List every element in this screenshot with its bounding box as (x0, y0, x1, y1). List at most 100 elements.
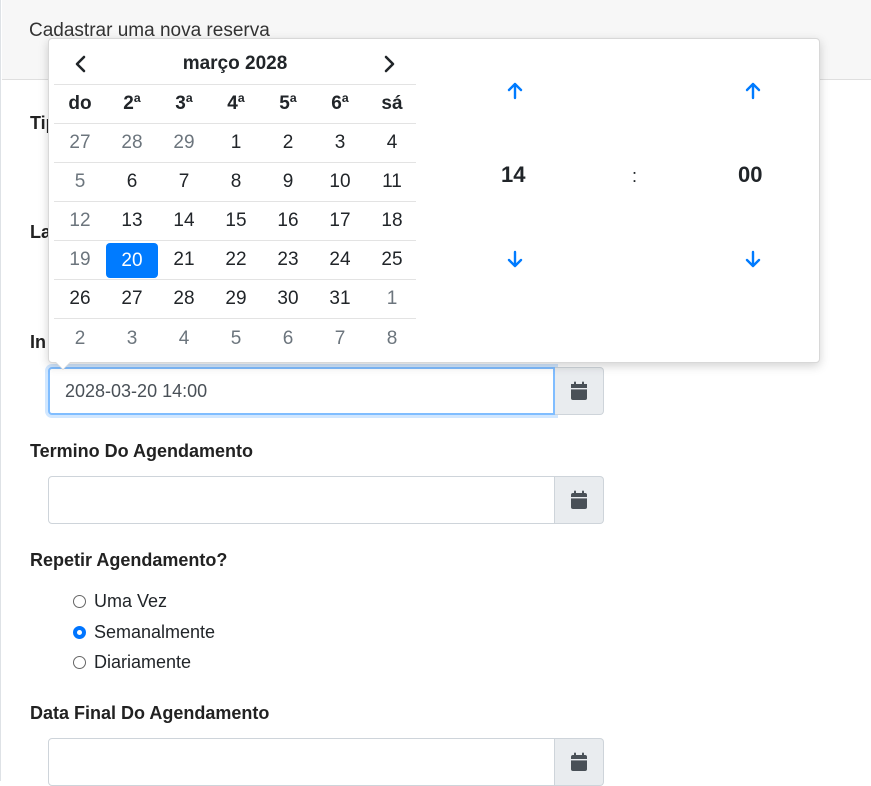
calendar-day[interactable]: 17 (314, 202, 366, 240)
weekday-label: 6ª (331, 93, 349, 114)
calendar-day[interactable]: 11 (366, 163, 418, 201)
data-final-calendar-button[interactable] (555, 738, 604, 786)
calendar-day[interactable]: 13 (106, 202, 158, 240)
calendar-day[interactable]: 15 (210, 202, 262, 240)
radio-button[interactable] (73, 656, 86, 669)
calendar-week-row: 26 27 28 29 30 31 1 (54, 280, 416, 319)
calendar: março 2028 do 2ª 3ª 4ª 5ª 6ª sá 27 28 29 1 2 3 4 5 6 7 8… (54, 44, 416, 358)
datetime-picker: março 2028 do 2ª 3ª 4ª 5ª 6ª sá 27 28 29 1 2 3 4 5 6 7 8… (48, 38, 820, 363)
calendar-day[interactable]: 1 (210, 124, 262, 162)
radio-diariamente[interactable]: Diariamente (73, 652, 191, 673)
radio-button[interactable] (73, 595, 86, 608)
calendar-day[interactable]: 27 (106, 280, 158, 318)
calendar-day[interactable]: 25 (366, 241, 418, 279)
calendar-day[interactable]: 10 (314, 163, 366, 201)
chevron-right-icon (384, 55, 395, 73)
weekday-label: 3ª (175, 93, 193, 114)
calendar-day[interactable]: 9 (262, 163, 314, 201)
arrow-down-icon (745, 250, 761, 268)
calendar-day[interactable]: 2 (262, 124, 314, 162)
arrow-up-icon (745, 82, 761, 100)
calendar-day[interactable]: 27 (54, 124, 106, 162)
minute-increment-button[interactable] (738, 76, 768, 106)
calendar-day[interactable]: 8 (210, 163, 262, 201)
weekday-label: do (68, 93, 92, 114)
calendar-day[interactable]: 28 (158, 280, 210, 318)
calendar-day[interactable]: 12 (54, 202, 106, 240)
calendar-day[interactable]: 18 (366, 202, 418, 240)
calendar-day[interactable]: 31 (314, 280, 366, 318)
calendar-day[interactable]: 5 (210, 319, 262, 358)
calendar-day[interactable]: 22 (210, 241, 262, 279)
calendar-week-row: 2345678 (54, 319, 416, 358)
calendar-day[interactable]: 16 (262, 202, 314, 240)
minute-value[interactable]: 00 (738, 162, 762, 188)
calendar-icon (571, 381, 587, 400)
termino-calendar-button[interactable] (555, 476, 604, 524)
termino-input-group (48, 476, 604, 524)
weekday-header: do 2ª 3ª 4ª 5ª 6ª sá (54, 85, 416, 124)
repetir-label: Repetir Agendamento? (30, 550, 228, 570)
data-final-input-group (48, 738, 604, 786)
calendar-day[interactable]: 8 (366, 319, 418, 358)
weekday-label: 2ª (123, 93, 141, 114)
picker-caret (55, 361, 71, 369)
calendar-day[interactable]: 6 (262, 319, 314, 358)
calendar-week-row: 19 20 21 22 23 24 25 (54, 241, 416, 280)
radio-semanalmente[interactable]: Semanalmente (73, 622, 215, 643)
calendar-grid: 27 28 29 1 2 3 4 5 6 7 8 9 10 11 12 13 14 15 16 17 18 19 20 21 2… (54, 124, 416, 358)
calendar-day[interactable]: 4 (366, 124, 418, 162)
next-month-button[interactable] (377, 52, 401, 76)
inicio-label: In (30, 332, 46, 352)
weekday-label: 4ª (227, 93, 245, 114)
calendar-day[interactable]: 5 (54, 163, 106, 201)
calendar-week-row: 12 13 14 15 16 17 18 (54, 202, 416, 241)
calendar-day[interactable]: 23 (262, 241, 314, 279)
termino-field[interactable] (48, 476, 555, 524)
inicio-calendar-button[interactable] (555, 367, 604, 415)
calendar-day[interactable]: 3 (106, 319, 158, 358)
calendar-week-row: 5 6 7 8 9 10 11 (54, 163, 416, 202)
month-label[interactable]: março 2028 (54, 53, 416, 75)
radio-button-checked[interactable] (73, 626, 86, 639)
calendar-day[interactable]: 24 (314, 241, 366, 279)
calendar-day[interactable]: 26 (54, 280, 106, 318)
data-final-field[interactable] (48, 738, 555, 786)
hour-increment-button[interactable] (500, 76, 530, 106)
data-final-label: Data Final Do Agendamento (30, 703, 270, 723)
time-separator: : (632, 166, 638, 186)
calendar-header: março 2028 (54, 44, 416, 85)
termino-label: Termino Do Agendamento (30, 441, 254, 461)
calendar-day[interactable]: 2 (54, 319, 106, 358)
radio-label: Uma Vez (94, 591, 168, 611)
calendar-day[interactable]: 29 (158, 124, 210, 162)
calendar-day[interactable]: 19 (54, 241, 106, 279)
calendar-day[interactable]: 1 (366, 280, 418, 318)
calendar-day[interactable]: 14 (158, 202, 210, 240)
calendar-day[interactable]: 3 (314, 124, 366, 162)
arrow-up-icon (507, 82, 523, 100)
calendar-week-row: 27 28 29 1 2 3 4 (54, 124, 416, 163)
calendar-day[interactable]: 21 (158, 241, 210, 279)
calendar-day[interactable]: 30 (262, 280, 314, 318)
minute-decrement-button[interactable] (738, 244, 768, 274)
weekday-label: 5ª (279, 93, 297, 114)
inicio-input-group: 2028-03-20 14:00 (48, 367, 604, 415)
radio-uma-vez[interactable]: Uma Vez (73, 591, 167, 612)
inicio-field[interactable]: 2028-03-20 14:00 (48, 367, 555, 415)
calendar-icon (571, 490, 587, 509)
radio-label: Semanalmente (94, 622, 216, 642)
calendar-day[interactable]: 4 (158, 319, 210, 358)
calendar-day-selected[interactable]: 20 (106, 243, 158, 278)
calendar-icon (571, 752, 587, 771)
hour-decrement-button[interactable] (500, 244, 530, 274)
radio-label: Diariamente (94, 652, 192, 672)
calendar-day[interactable]: 6 (106, 163, 158, 201)
calendar-day[interactable]: 28 (106, 124, 158, 162)
weekday-label: sá (381, 93, 403, 114)
calendar-day[interactable]: 7 (314, 319, 366, 358)
calendar-day[interactable]: 7 (158, 163, 210, 201)
hour-value[interactable]: 14 (501, 162, 525, 188)
arrow-down-icon (507, 250, 523, 268)
calendar-day[interactable]: 29 (210, 280, 262, 318)
